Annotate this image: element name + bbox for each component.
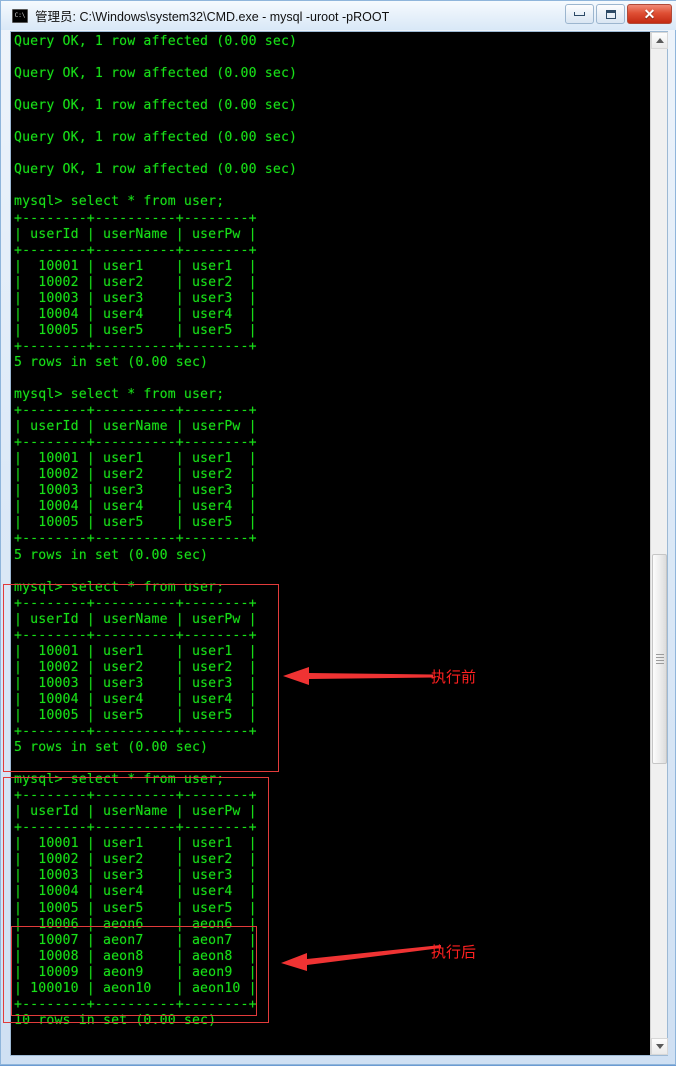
maximize-button[interactable]	[596, 4, 625, 24]
terminal-output: Query OK, 1 row affected (0.00 sec) Quer…	[14, 34, 298, 1028]
minimize-button[interactable]	[565, 4, 594, 24]
maximize-icon	[605, 9, 616, 19]
cmd-window: C:\ 管理员: C:\Windows\system32\CMD.exe - m…	[0, 0, 676, 1065]
chevron-up-icon	[655, 38, 664, 43]
scrollbar-grip-icon	[656, 654, 664, 664]
terminal-frame: Query OK, 1 row affected (0.00 sec) Quer…	[10, 31, 668, 1056]
vertical-scrollbar[interactable]	[650, 32, 668, 1055]
chevron-down-icon	[655, 1044, 664, 1049]
title-bar[interactable]: C:\ 管理员: C:\Windows\system32\CMD.exe - m…	[1, 1, 676, 30]
scroll-down-button[interactable]	[651, 1038, 668, 1055]
window-controls: ✕	[565, 4, 672, 24]
terminal-console[interactable]: Query OK, 1 row affected (0.00 sec) Quer…	[11, 32, 651, 1055]
window-title: 管理员: C:\Windows\system32\CMD.exe - mysql…	[35, 10, 390, 24]
minimize-icon	[574, 12, 585, 16]
close-icon: ✕	[643, 6, 656, 22]
scrollbar-thumb[interactable]	[652, 554, 667, 764]
close-button[interactable]: ✕	[627, 4, 672, 24]
scroll-up-button[interactable]	[651, 32, 668, 49]
cmd-app-icon: C:\	[12, 8, 28, 23]
